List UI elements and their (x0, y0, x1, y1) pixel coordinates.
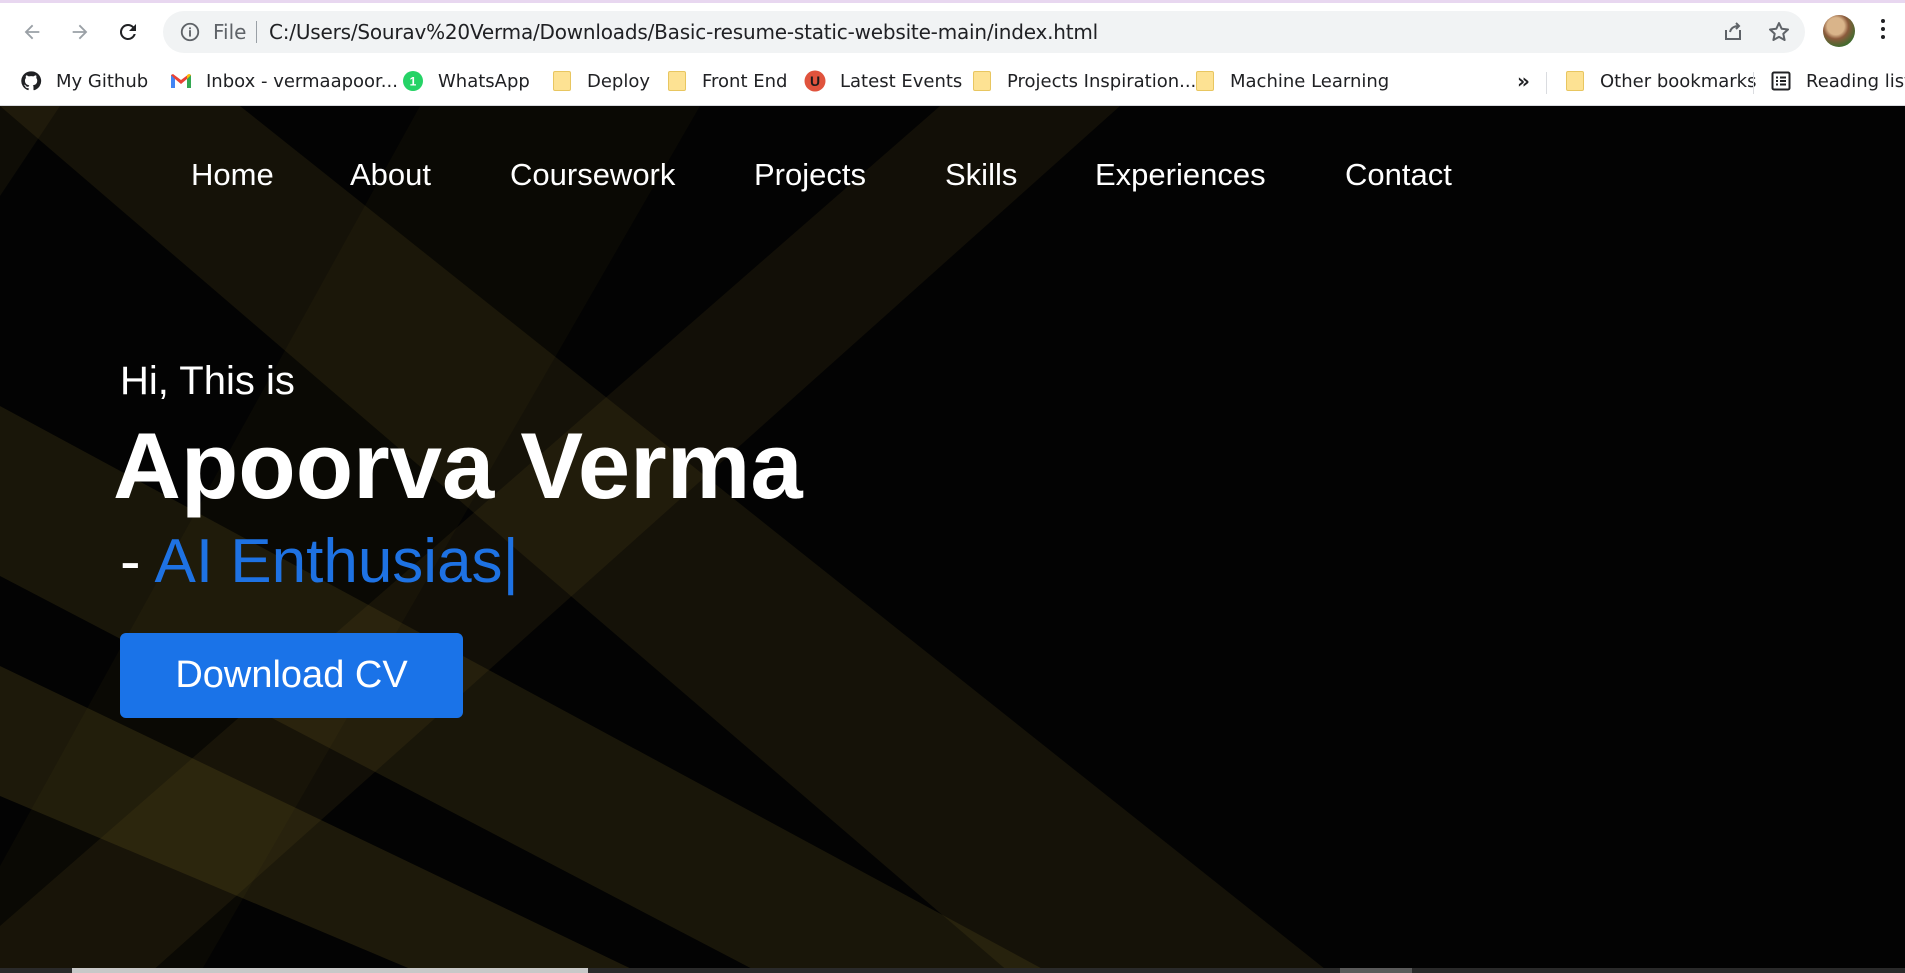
nav-link-skills[interactable]: Skills (945, 150, 1017, 200)
url-text[interactable]: C:/Users/Sourav%20Verma/Downloads/Basic-… (269, 21, 1098, 43)
role-dash: - (120, 527, 141, 596)
whatsapp-icon: 1 (402, 70, 424, 92)
bookmark-folder-deploy[interactable]: Deploy (551, 66, 650, 96)
address-divider (256, 21, 257, 43)
bookmark-label: Latest Events (840, 70, 963, 92)
reading-list-button[interactable]: Reading list (1770, 66, 1905, 96)
folder-icon (1194, 70, 1216, 92)
folder-icon (1564, 70, 1586, 92)
bookmarks-bar: My Github Inbox - vermaapoor... 1 WhatsA… (0, 56, 1905, 106)
download-cv-button[interactable]: Download CV (120, 633, 463, 718)
info-icon[interactable] (179, 21, 201, 43)
nav-link-coursework[interactable]: Coursework (510, 150, 675, 200)
bookmark-label: Projects Inspiration... (1007, 70, 1197, 92)
horizontal-scrollbar-segment (1340, 968, 1412, 973)
hero-greeting: Hi, This is (120, 359, 295, 403)
bookmark-label: My Github (56, 70, 149, 92)
gmail-icon (170, 70, 192, 92)
portfolio-page: Home About Coursework Projects Skills Ex… (0, 106, 1905, 973)
back-arrow-icon (24, 24, 40, 40)
bookmark-star-icon[interactable] (1767, 20, 1791, 44)
folder-icon (666, 70, 688, 92)
unstop-badge: U (810, 73, 820, 89)
bookmark-latest-events[interactable]: U Latest Events (804, 66, 962, 96)
nav-link-experiences[interactable]: Experiences (1095, 150, 1266, 200)
folder-icon (551, 70, 573, 92)
reading-list-icon (1770, 70, 1792, 92)
reload-icon (119, 23, 136, 40)
forward-arrow-icon (72, 24, 88, 40)
whatsapp-badge: 1 (410, 75, 417, 89)
bookmark-gmail-inbox[interactable]: Inbox - vermaapoor... (170, 66, 398, 96)
role-typed-text: AI Enthusias (154, 527, 503, 596)
hero-role: - AI Enthusias| (120, 524, 519, 600)
profile-avatar[interactable] (1823, 15, 1855, 47)
unstop-icon: U (804, 70, 826, 92)
menu-kebab-icon[interactable] (1878, 19, 1888, 45)
bookmark-label: Front End (702, 70, 788, 92)
bookmark-folder-machine-learning[interactable]: Machine Learning (1194, 66, 1389, 96)
bookmark-my-github[interactable]: My Github (20, 66, 148, 96)
nav-link-contact[interactable]: Contact (1345, 150, 1452, 200)
bookmark-label: Deploy (587, 70, 651, 92)
bookmarks-overflow-button[interactable]: » (1517, 66, 1530, 96)
bookmark-label: Other bookmarks (1600, 70, 1757, 92)
address-scheme-label: File (213, 20, 247, 44)
nav-link-projects[interactable]: Projects (754, 150, 866, 200)
bookmark-label: Inbox - vermaapoor... (206, 70, 398, 92)
folder-icon (971, 70, 993, 92)
nav-link-home[interactable]: Home (191, 150, 274, 200)
typing-cursor: | (502, 527, 519, 596)
share-icon[interactable] (1721, 20, 1745, 44)
bookmark-whatsapp[interactable]: 1 WhatsApp (402, 66, 530, 96)
reload-button[interactable] (111, 15, 145, 49)
bookmarks-divider (1546, 72, 1547, 94)
bookmark-folder-front-end[interactable]: Front End (666, 66, 787, 96)
bookmark-label: Machine Learning (1230, 70, 1390, 92)
bookmark-label: WhatsApp (438, 70, 530, 92)
bookmark-folder-projects-inspiration[interactable]: Projects Inspiration... (971, 66, 1196, 96)
nav-link-about[interactable]: About (350, 150, 431, 200)
forward-button[interactable] (63, 15, 97, 49)
back-button[interactable] (15, 15, 49, 49)
address-bar[interactable]: File C:/Users/Sourav%20Verma/Downloads/B… (163, 11, 1805, 53)
hero-name: Apoorva Verma (113, 413, 803, 518)
github-icon (20, 70, 42, 92)
bookmark-label: Reading list (1806, 70, 1905, 92)
site-navigation: Home About Coursework Projects Skills Ex… (0, 150, 1905, 200)
horizontal-scrollbar-thumb[interactable] (72, 968, 588, 973)
bookmark-other-bookmarks[interactable]: Other bookmarks (1564, 66, 1756, 96)
bookmarks-divider (1753, 72, 1754, 94)
browser-toolbar: File C:/Users/Sourav%20Verma/Downloads/B… (0, 0, 1905, 56)
